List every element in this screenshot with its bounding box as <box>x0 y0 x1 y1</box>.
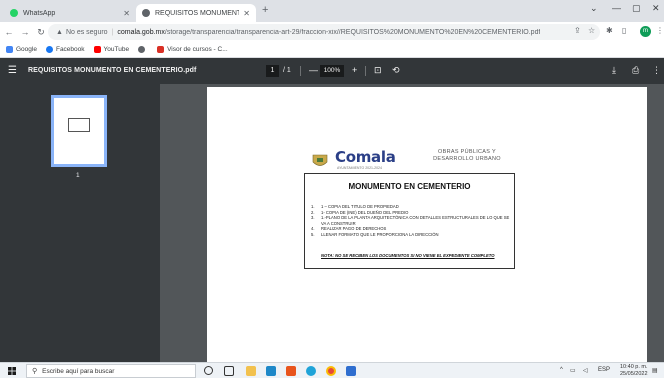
menu-icon[interactable]: ☰ <box>8 65 17 76</box>
edge-icon[interactable] <box>306 366 316 376</box>
reload-icon[interactable]: ↻ <box>34 27 48 38</box>
bookmark-visor-de-cursos[interactable]: Visor de cursos - C... <box>157 46 228 53</box>
bookmarks-bar: Google Facebook YouTube Visor de cursos … <box>0 42 664 58</box>
clock-time: 10:40 p. m. <box>620 364 648 370</box>
pdf-page: Comala AYUNTAMIENTO 2021-2024 OBRAS PÚBL… <box>207 87 647 362</box>
office-icon[interactable] <box>286 366 296 376</box>
item-number: 3. <box>311 215 315 221</box>
language-indicator[interactable]: ESP <box>598 367 610 373</box>
close-tab-icon[interactable]: ✕ <box>123 9 130 18</box>
cortana-icon[interactable] <box>204 366 213 375</box>
youtube-icon <box>93 46 101 53</box>
requirements-box: MONUMENTO EN CEMENTERIO 1. 1 – COPIA DEL … <box>304 173 515 269</box>
bookmark-youtube[interactable]: YouTube <box>93 46 130 53</box>
bookmark-label: Facebook <box>55 46 85 53</box>
item-text: LLENAR FORMATO QUE LE PROPORCIONA LA DIR… <box>321 231 439 237</box>
taskbar-search-input[interactable]: ⚲ Escribe aquí para buscar <box>26 364 196 378</box>
more-actions-icon[interactable]: ⋮ <box>652 65 661 76</box>
globe-icon <box>138 46 146 53</box>
page-thumbnail[interactable] <box>51 95 107 167</box>
zoom-out-button[interactable]: — <box>309 65 318 75</box>
extensions-icon[interactable]: ✱ <box>606 26 613 35</box>
windows-start-icon[interactable] <box>8 367 16 375</box>
notifications-icon[interactable]: ▤ <box>652 367 658 374</box>
divider <box>365 66 366 76</box>
store-icon[interactable] <box>266 366 276 376</box>
tab-title: REQUISITOS MONUMENTO EN C <box>155 9 240 17</box>
list-item: 3. 1.-PLANO DE LA PLANTA ARQUITECTÓNICA C… <box>311 215 511 226</box>
tab-title: WhatsApp <box>23 9 56 17</box>
page-count: / 1 <box>283 67 291 74</box>
security-label[interactable]: No es seguro <box>66 29 108 36</box>
search-placeholder: Escribe aquí para buscar <box>42 367 115 375</box>
close-tab-icon[interactable]: ✕ <box>243 9 250 18</box>
list-item: 5. LLENAR FORMATO QUE LE PROPORCIONA LA D… <box>311 232 511 238</box>
close-window-button[interactable]: ✕ <box>652 3 660 14</box>
volume-icon[interactable]: ◁ <box>583 367 588 374</box>
bookmark-label: YouTube <box>103 46 130 53</box>
cross-icon <box>157 46 165 53</box>
show-hidden-icons[interactable]: ^ <box>560 367 563 373</box>
profile-avatar[interactable]: m <box>640 26 651 37</box>
whatsapp-icon <box>10 9 18 17</box>
app-icon[interactable] <box>346 366 356 376</box>
rotate-icon[interactable]: ⟲ <box>392 65 400 76</box>
network-icon[interactable]: ▭ <box>570 367 576 374</box>
item-number: 5. <box>311 231 315 237</box>
url-domain: comala.gob.mx <box>117 28 165 36</box>
more-options-icon[interactable]: ⋮ <box>656 26 664 35</box>
zoom-in-button[interactable]: + <box>352 65 357 75</box>
clock-date: 25/05/2022 <box>620 371 648 377</box>
tab-search-icon[interactable]: ⌄ <box>590 3 598 14</box>
search-icon: ⚲ <box>32 368 38 375</box>
bookmark-label: Visor de cursos - C... <box>167 46 228 53</box>
tab-whatsapp[interactable]: WhatsApp ✕ <box>4 4 136 22</box>
task-view-icon[interactable] <box>224 366 234 376</box>
address-bar[interactable]: ▲ No es seguro | comala.gob.mx /storage/… <box>48 24 600 40</box>
logo-name: Comala <box>335 148 396 166</box>
logo-subtitle: AYUNTAMIENTO 2021-2024 <box>337 166 382 170</box>
bookmark-star-icon[interactable]: ☆ <box>588 26 595 35</box>
url-path: /storage/transparencia/transparencia-art… <box>164 28 541 36</box>
department-name: OBRAS PÚBLICAS Y DESARROLLO URBANO <box>433 149 501 162</box>
pdf-toolbar: ☰ REQUISITOS MONUMENTO EN CEMENTERIO.pdf… <box>0 58 664 84</box>
new-tab-button[interactable]: + <box>262 4 268 16</box>
tab-strip: WhatsApp ✕ REQUISITOS MONUMENTO EN C ✕ +… <box>0 0 664 22</box>
chrome-icon[interactable] <box>326 366 336 376</box>
maximize-button[interactable]: ▢ <box>632 3 641 14</box>
back-icon[interactable]: ← <box>2 27 16 37</box>
bookmark-google[interactable]: Google <box>6 46 37 53</box>
file-explorer-icon[interactable] <box>246 366 256 376</box>
navigation-bar: ← → ↻ ▲ No es seguro | comala.gob.mx /st… <box>0 22 664 42</box>
globe-icon <box>142 9 150 17</box>
seal-icon <box>312 154 328 166</box>
warning-icon[interactable]: ▲ <box>56 29 63 36</box>
item-text: 1.-PLANO DE LA PLANTA ARQUITECTÓNICA CON… <box>321 215 510 226</box>
divider: | <box>111 28 114 36</box>
bookmark-label: Google <box>16 46 37 53</box>
requirements-list: 1. 1 – COPIA DEL TITULO DE PROPIEDAD 2. 1-… <box>311 204 511 238</box>
taskbar: ⚲ Escribe aquí para buscar ^ ▭ ◁ ESP 10:… <box>0 362 664 378</box>
document-heading: MONUMENTO EN CEMENTERIO <box>348 182 471 191</box>
side-panel-icon[interactable]: ▯ <box>622 26 626 35</box>
bookmark-facebook[interactable]: Facebook <box>45 46 85 53</box>
page-number-input[interactable]: 1 <box>266 65 279 77</box>
facebook-icon <box>45 46 53 53</box>
forward-icon[interactable]: → <box>18 27 32 37</box>
divider <box>300 66 301 76</box>
download-icon[interactable]: ⤓ <box>612 65 616 76</box>
bookmark-globe[interactable] <box>138 46 148 53</box>
thumbnail-preview <box>68 118 90 132</box>
print-icon[interactable]: ⎙ <box>632 65 639 76</box>
document-note: NOTA: NO SE RECIBEN LOS DOCUMENTOS SI NO… <box>321 253 495 258</box>
minimize-button[interactable]: — <box>612 3 621 13</box>
fit-page-icon[interactable]: ⊡ <box>374 65 382 76</box>
clock[interactable]: 10:40 p. m. 25/05/2022 <box>620 364 648 378</box>
thumbnail-page-number: 1 <box>76 172 80 179</box>
share-icon[interactable]: ⇪ <box>574 26 581 35</box>
pdf-title: REQUISITOS MONUMENTO EN CEMENTERIO.pdf <box>28 67 197 74</box>
tab-pdf[interactable]: REQUISITOS MONUMENTO EN C ✕ <box>136 4 256 22</box>
google-icon <box>6 46 13 53</box>
zoom-input[interactable]: 100% <box>320 65 344 77</box>
